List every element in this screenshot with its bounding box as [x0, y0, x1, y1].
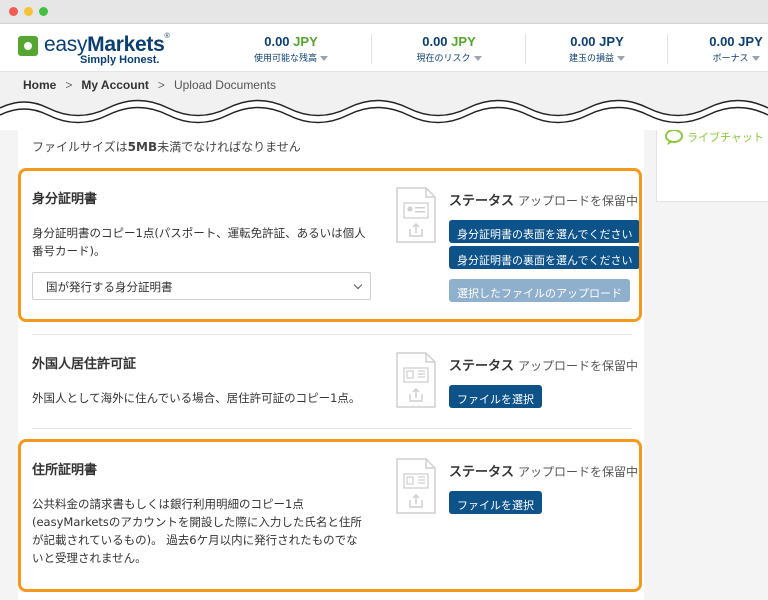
description-line: が記載されているもの)。 過去6ケ月以内に発行されたものでな — [32, 533, 358, 547]
header-divider — [667, 34, 668, 64]
status-address-proof: ステータス アップロードを保留中 — [449, 461, 638, 480]
upload-selected-files-button[interactable]: 選択したファイルのアップロード — [449, 279, 630, 302]
residence-permit-document-icon — [396, 352, 436, 408]
id-document-type-select[interactable]: 国が発行する身分証明書 — [32, 272, 371, 300]
status-label: ステータス — [449, 359, 515, 374]
status-residence-permit: ステータス アップロードを保留中 — [449, 355, 638, 374]
maximize-window-button[interactable] — [39, 7, 48, 16]
metric-label: 使用可能な残高 — [253, 54, 317, 64]
metric-label: ボーナス — [712, 54, 749, 64]
side-panel: ライブチャット — [656, 126, 768, 202]
brand-logo-mark — [18, 36, 38, 56]
chat-icon[interactable] — [665, 129, 685, 145]
description-line: (easyMarketsのアカウントを開設した際に入力した氏名と住所 — [32, 515, 362, 529]
metric-label: 建玉の損益 — [568, 54, 614, 64]
metric-position-pnl[interactable]: 0.00 JPY 建玉の損益 — [558, 34, 636, 64]
metric-currency: JPY — [451, 34, 476, 49]
breadcrumb-current: Upload Documents — [173, 78, 276, 92]
description-line: 公共料金の請求書もしくは銀行利用明細のコピー1点 — [32, 497, 304, 511]
metric-currency: JPY — [599, 34, 624, 49]
section-description: 公共料金の請求書もしくは銀行利用明細のコピー1点 (easyMarketsのアカ… — [32, 495, 392, 567]
select-residence-permit-file-button[interactable]: ファイルを選択 — [449, 385, 542, 408]
metric-amount: 0.00 — [709, 34, 735, 49]
metric-amount: 0.00 — [422, 34, 448, 49]
site-header: easyMarkets® Simply Honest. 0.00 JPY 使用可… — [0, 24, 768, 72]
metric-current-risk[interactable]: 0.00 JPY 現在のリスク — [410, 34, 488, 64]
select-id-front-button[interactable]: 身分証明書の表面を選んでください — [449, 220, 641, 243]
section-description: 身分証明書のコピー1点(パスポート、運転免許証、あるいは個人番号カード)。 — [32, 226, 366, 258]
status-label: ステータス — [449, 194, 515, 209]
chevron-down-icon — [353, 280, 363, 290]
metric-currency: JPY — [738, 34, 763, 49]
caret-down-icon — [320, 56, 328, 61]
torn-edge-divider — [0, 96, 768, 130]
description-line: いと受理されません。 — [32, 551, 147, 565]
close-window-button[interactable] — [9, 7, 18, 16]
status-value: アップロードを保留中 — [518, 465, 639, 479]
metric-amount: 0.00 — [570, 34, 596, 49]
breadcrumb-home[interactable]: Home — [23, 78, 56, 92]
status-identity-document: ステータス アップロードを保留中 — [449, 190, 638, 209]
caret-down-icon — [473, 56, 482, 61]
metric-label: 現在のリスク — [416, 54, 471, 64]
status-label: ステータス — [449, 465, 515, 480]
id-card-document-icon — [396, 187, 436, 243]
section-divider — [32, 334, 632, 335]
status-value: アップロードを保留中 — [518, 359, 639, 373]
window-titlebar — [0, 0, 768, 24]
section-description: 外国人として海外に住んでいる場合、居住許可証のコピー1点。 — [32, 391, 361, 405]
status-value: アップロードを保留中 — [518, 194, 639, 208]
caret-down-icon — [617, 56, 625, 61]
metric-bonus[interactable]: 0.00 JPY ボーナス — [697, 34, 768, 64]
breadcrumb-separator: > — [65, 78, 73, 92]
section-divider — [32, 428, 632, 429]
select-address-proof-file-button[interactable]: ファイルを選択 — [449, 491, 542, 514]
header-divider — [525, 34, 526, 64]
breadcrumb-separator: > — [157, 78, 165, 92]
address-proof-document-icon — [396, 458, 436, 514]
live-chat-link[interactable]: ライブチャット — [687, 129, 764, 145]
brand-tagline: Simply Honest. — [80, 54, 160, 66]
select-id-back-button[interactable]: 身分証明書の裏面を選んでください — [449, 246, 641, 269]
metric-currency: JPY — [293, 34, 318, 49]
minimize-window-button[interactable] — [24, 7, 33, 16]
header-divider — [371, 34, 372, 64]
breadcrumb-my-account[interactable]: My Account — [81, 78, 149, 92]
metric-amount: 0.00 — [264, 34, 290, 49]
select-value: 国が発行する身分証明書 — [46, 280, 173, 294]
caret-down-icon — [751, 56, 760, 61]
file-size-notice: ファイルサイズは5MB未満でなければなりません — [32, 140, 301, 154]
metric-available-balance[interactable]: 0.00 JPY 使用可能な残高 — [252, 34, 330, 64]
